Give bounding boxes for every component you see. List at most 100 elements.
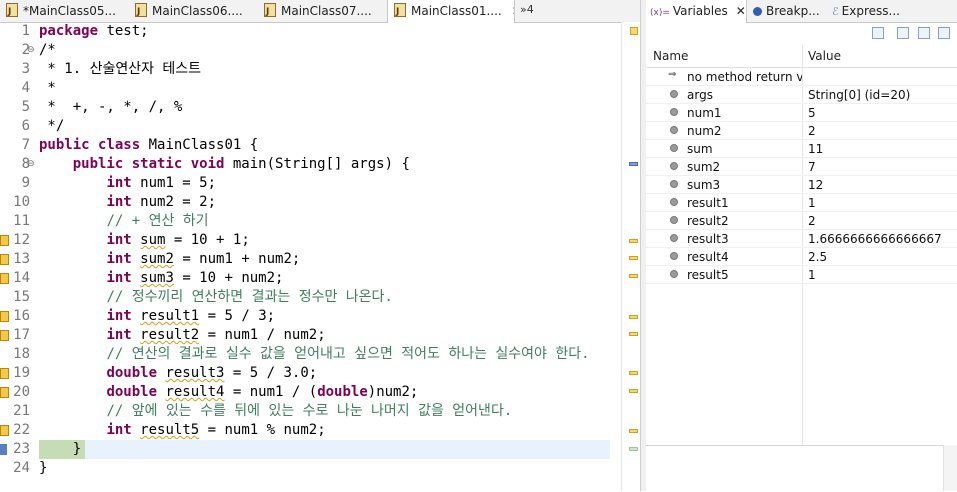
variable-row[interactable]: result3 1.6666666666666667	[646, 230, 957, 248]
code-area[interactable]: 1 package test; 2 ⊖ /* 3 * 1. 산술연산자 테스트 …	[0, 22, 640, 491]
variable-detail-pane[interactable]	[646, 445, 957, 492]
ruler-warning-mark[interactable]	[629, 332, 638, 336]
code-line: 19 double result3 = 5 / 3.0;	[0, 364, 620, 383]
tab-expressions[interactable]: ℰ Express...	[826, 0, 916, 22]
code-text: }	[72, 441, 82, 457]
variable-row[interactable]: sum3 12	[646, 176, 957, 194]
variable-row[interactable]: num2 2	[646, 122, 957, 140]
variables-view: (x)= Variables ✕ Breakp... ℰ Express... Nam…	[646, 0, 957, 492]
ruler-warning-mark[interactable]	[629, 274, 638, 278]
line-number: 9	[21, 175, 30, 191]
line-number: 10	[13, 194, 30, 210]
java-file-icon	[6, 1, 18, 22]
variable-row[interactable]: sum 11	[646, 140, 957, 158]
ruler-warning-mark[interactable]	[629, 256, 638, 260]
code-text: int sum3 = 10 + num2;	[106, 270, 284, 286]
code-line: 6 */	[0, 117, 620, 136]
tab-overflow-button[interactable]: »4	[520, 3, 534, 16]
code-text: // 앞에 있는 수를 뒤에 있는 수로 나눈 나머지 값을 얻어낸다.	[106, 403, 513, 419]
fold-collapse-icon[interactable]: ⊖	[27, 41, 35, 60]
java-editor[interactable]: *MainClass05... MainClass06.... MainClas…	[0, 0, 641, 491]
line-number: 12	[13, 232, 30, 248]
fold-collapse-icon[interactable]: ⊖	[27, 155, 35, 174]
variable-value: 12	[808, 178, 824, 192]
close-icon[interactable]: ✕	[736, 4, 746, 18]
ruler-warning-mark[interactable]	[629, 371, 638, 375]
java-file-icon	[264, 1, 276, 22]
code-text: int sum2 = num1 + num2;	[106, 251, 301, 267]
local-variable-icon	[670, 180, 678, 188]
code-line: 13 int sum2 = num1 + num2;	[0, 250, 620, 269]
code-text: int num2 = 2;	[106, 194, 217, 210]
overview-ruler[interactable]	[621, 22, 641, 491]
warnings-summary-icon[interactable]	[630, 27, 638, 35]
code-text: // 정수끼리 연산하면 결과는 정수만 나온다.	[106, 289, 393, 305]
code-line: 5 * +, -, *, /, %	[0, 98, 620, 117]
variables-icon: (x)=	[650, 8, 670, 18]
tab-mainclass05[interactable]: *MainClass05...	[0, 0, 128, 22]
tab-mainclass01[interactable]: MainClass01.... ✕	[387, 0, 515, 23]
tab-label: MainClass01....	[411, 4, 502, 18]
variable-row[interactable]: result2 2	[646, 212, 957, 230]
variable-value: 2	[808, 124, 816, 138]
variable-row[interactable]: ⇒ no method return val	[646, 68, 957, 86]
code-line: 7 public class MainClass01 {	[0, 136, 620, 155]
variable-row[interactable]: result1 1	[646, 194, 957, 212]
line-number: 2	[21, 42, 30, 58]
code-line: 15 // 정수끼리 연산하면 결과는 정수만 나온다.	[0, 288, 620, 307]
collapse-all-icon[interactable]	[918, 27, 930, 39]
variable-row[interactable]: args String[0] (id=20)	[646, 86, 957, 104]
tab-mainclass07[interactable]: MainClass07....	[258, 0, 386, 22]
code-line: 21 // 앞에 있는 수를 뒤에 있는 수로 나눈 나머지 값을 얻어낸다.	[0, 402, 620, 421]
variable-name: num2	[687, 124, 722, 138]
variable-value: 1	[808, 196, 816, 210]
view-menu-icon[interactable]	[938, 27, 950, 39]
tab-variables[interactable]: (x)= Variables ✕	[646, 0, 747, 23]
variable-row[interactable]: num1 5	[646, 104, 957, 122]
variable-value: 11	[808, 142, 824, 156]
local-variable-icon	[670, 234, 678, 242]
variable-row[interactable]: sum2 7	[646, 158, 957, 176]
local-variable-icon	[670, 144, 678, 152]
variable-row[interactable]: result5 1	[646, 266, 957, 284]
variable-row[interactable]: result4 2.5	[646, 248, 957, 266]
code-comment: *	[39, 80, 56, 96]
close-icon[interactable]: ✕	[512, 4, 514, 18]
ruler-warning-mark[interactable]	[629, 239, 638, 243]
breakpoint-icon	[753, 7, 762, 16]
variable-value: 2.5	[808, 250, 828, 264]
line-number: 4	[21, 80, 30, 96]
variable-name: result5	[687, 268, 729, 282]
line-number: 18	[13, 346, 30, 362]
code-comment: /*	[39, 42, 56, 58]
detail-scrollbar[interactable]	[943, 445, 957, 491]
line-number: 20	[13, 384, 30, 400]
ruler-occurrence-mark[interactable]	[629, 162, 638, 166]
local-variable-icon	[670, 216, 678, 224]
column-header-name[interactable]: Name	[653, 45, 688, 67]
variable-name: no method return val	[687, 70, 802, 84]
code-line: 3 * 1. 산술연산자 테스트	[0, 60, 620, 79]
code-text: }	[39, 460, 48, 476]
ruler-current-line-mark[interactable]	[629, 447, 638, 451]
line-number: 22	[13, 422, 30, 438]
ruler-warning-mark[interactable]	[629, 315, 638, 319]
show-type-names-icon[interactable]	[872, 27, 884, 39]
code-text: int result2 = num1 / num2;	[106, 327, 326, 343]
line-number: 11	[13, 213, 30, 229]
code-line: 12 int sum = 10 + 1;	[0, 231, 620, 250]
ruler-warning-mark[interactable]	[629, 389, 638, 393]
tab-breakpoints[interactable]: Breakp...	[747, 0, 825, 22]
view-toolbar	[646, 22, 957, 44]
local-variable-icon	[670, 270, 678, 278]
show-logical-structure-icon[interactable]	[897, 27, 909, 39]
ruler-warning-mark[interactable]	[629, 429, 638, 433]
code-line: 23 }	[0, 440, 620, 459]
tab-mainclass06[interactable]: MainClass06....	[129, 0, 257, 22]
java-file-icon	[394, 1, 406, 23]
code-comment: */	[39, 118, 65, 134]
line-number: 23	[13, 441, 30, 457]
code-line: 8 ⊖ public static void main(String[] arg…	[0, 155, 620, 174]
column-header-value[interactable]: Value	[808, 45, 841, 67]
code-comment: * 1. 산술연산자 테스트	[39, 61, 202, 77]
